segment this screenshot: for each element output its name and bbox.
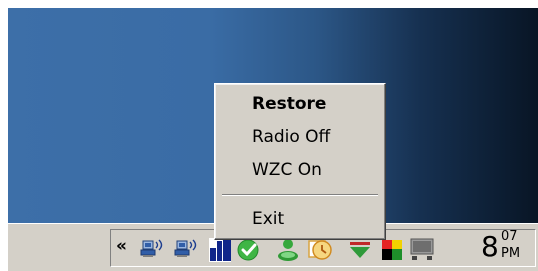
wireless-network-icon[interactable] (173, 236, 199, 262)
clock-ampm: PM (501, 246, 521, 261)
clock-minutes: 07 (501, 229, 518, 244)
clock-hour: 8 (481, 230, 499, 263)
taskbar-clock[interactable]: 8 07 PM (481, 230, 533, 266)
menu-item-wzc-on[interactable]: WZC On (218, 156, 382, 184)
menu-item-restore[interactable]: Restore (218, 90, 382, 118)
screen: « 8 07 PM Restore Radio Off WZC On Exit (0, 0, 538, 271)
context-menu: Restore Radio Off WZC On Exit (214, 83, 386, 240)
monitor-icon[interactable] (409, 236, 435, 262)
show-hidden-icons-button[interactable]: « (116, 236, 127, 256)
menu-item-radio-off[interactable]: Radio Off (218, 123, 382, 151)
menu-item-exit[interactable]: Exit (218, 205, 382, 233)
wireless-network-icon[interactable] (139, 236, 165, 262)
menu-separator (222, 194, 378, 196)
